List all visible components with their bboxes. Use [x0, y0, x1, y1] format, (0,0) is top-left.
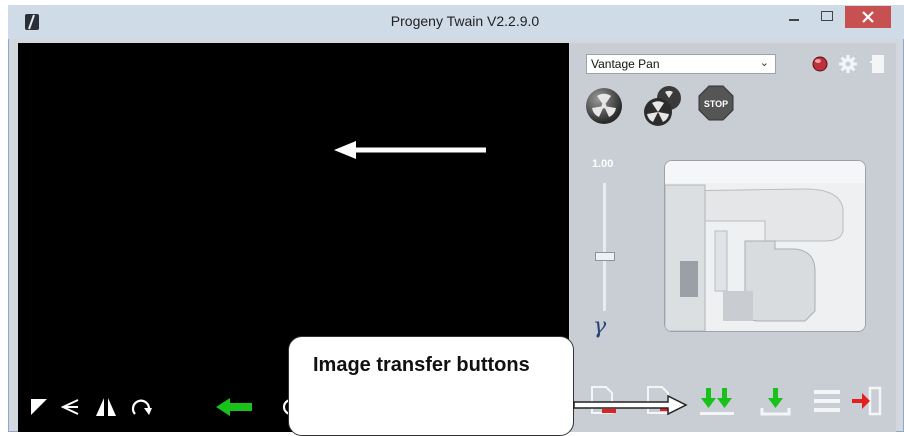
annotation-arrow: [334, 141, 486, 159]
app-icon[interactable]: [24, 13, 40, 31]
expose-multi-icon: [644, 86, 681, 126]
gamma-symbol: γ: [593, 314, 607, 339]
transfer-selected-icon[interactable]: [758, 384, 794, 418]
maximize-button[interactable]: [813, 6, 841, 28]
callout-arrow: [573, 394, 688, 416]
exit-panel-icon[interactable]: [868, 53, 886, 75]
close-icon: [862, 11, 874, 23]
gear-icon[interactable]: [838, 54, 858, 74]
stop-icon[interactable]: STOP: [698, 85, 734, 121]
expose-icon: [592, 93, 616, 117]
device-select-value: Vantage Pan: [591, 57, 660, 71]
device-image: [664, 160, 866, 332]
flip-horizontal-icon[interactable]: [94, 396, 118, 418]
svg-text:STOP: STOP: [704, 99, 728, 109]
gamma-slider-track[interactable]: [603, 183, 606, 311]
gamma-value: 1.00: [592, 158, 614, 170]
status-led-icon: [812, 56, 828, 72]
transfer-all-icon[interactable]: [698, 384, 738, 418]
minimize-button[interactable]: [780, 6, 808, 28]
device-select[interactable]: Vantage Pan ⌄: [586, 54, 776, 74]
window-title: Progeny Twain V2.2.9.0: [390, 13, 540, 29]
menu-icon[interactable]: [812, 388, 842, 414]
flip-vertical-icon[interactable]: [60, 398, 80, 416]
callout-text: Image transfer buttons: [313, 354, 530, 376]
rotate-icon[interactable]: [130, 396, 154, 418]
chevron-down-icon: ⌄: [759, 57, 769, 69]
exit-icon[interactable]: [850, 384, 886, 418]
expose-multi-button[interactable]: [641, 84, 689, 128]
contrast-icon[interactable]: [30, 398, 48, 416]
gamma-slider-thumb[interactable]: [595, 252, 615, 261]
close-button[interactable]: [845, 6, 891, 28]
back-arrow-icon[interactable]: [214, 396, 254, 418]
expose-button[interactable]: [586, 88, 622, 124]
